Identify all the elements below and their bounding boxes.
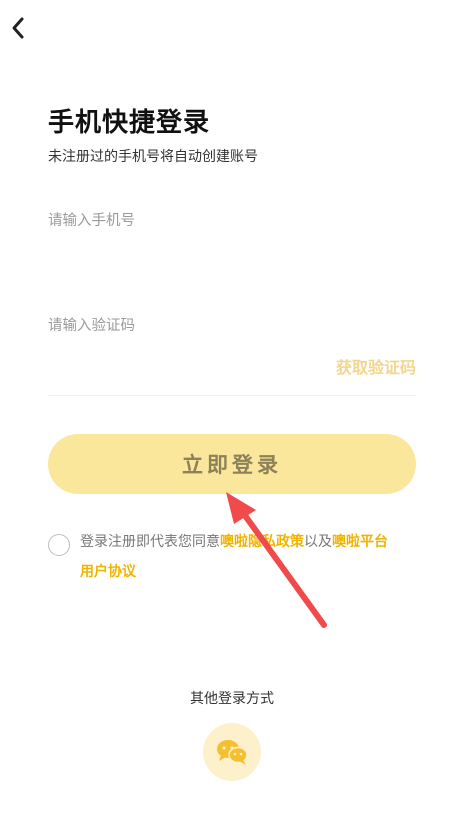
login-button[interactable]: 立即登录 [48, 434, 416, 494]
get-code-button[interactable]: 获取验证码 [336, 354, 416, 378]
other-login-title: 其他登录方式 [190, 691, 274, 707]
agreement-prefix: 登录注册即代表您同意 [80, 534, 220, 550]
wechat-icon [217, 740, 248, 765]
agreement-text: 登录注册即代表您同意噢啦隐私政策以及噢啦平台用户协议 [80, 527, 425, 587]
page-subtitle: 未注册过的手机号将自动创建账号 [48, 149, 258, 165]
chevron-left-icon [12, 17, 24, 39]
back-button[interactable] [4, 12, 32, 44]
wechat-login-button[interactable] [203, 723, 261, 781]
user-agreement-link-part2[interactable]: 用户协议 [80, 564, 136, 580]
verification-code-input[interactable] [48, 315, 416, 337]
user-agreement-link-part1[interactable]: 噢啦平台 [332, 534, 388, 550]
page-title: 手机快捷登录 [48, 108, 211, 138]
agreement-middle: 以及 [304, 534, 332, 550]
agreement-checkbox[interactable] [48, 534, 70, 556]
privacy-policy-link[interactable]: 噢啦隐私政策 [220, 534, 304, 550]
phone-input[interactable] [48, 210, 416, 232]
divider [48, 395, 416, 396]
